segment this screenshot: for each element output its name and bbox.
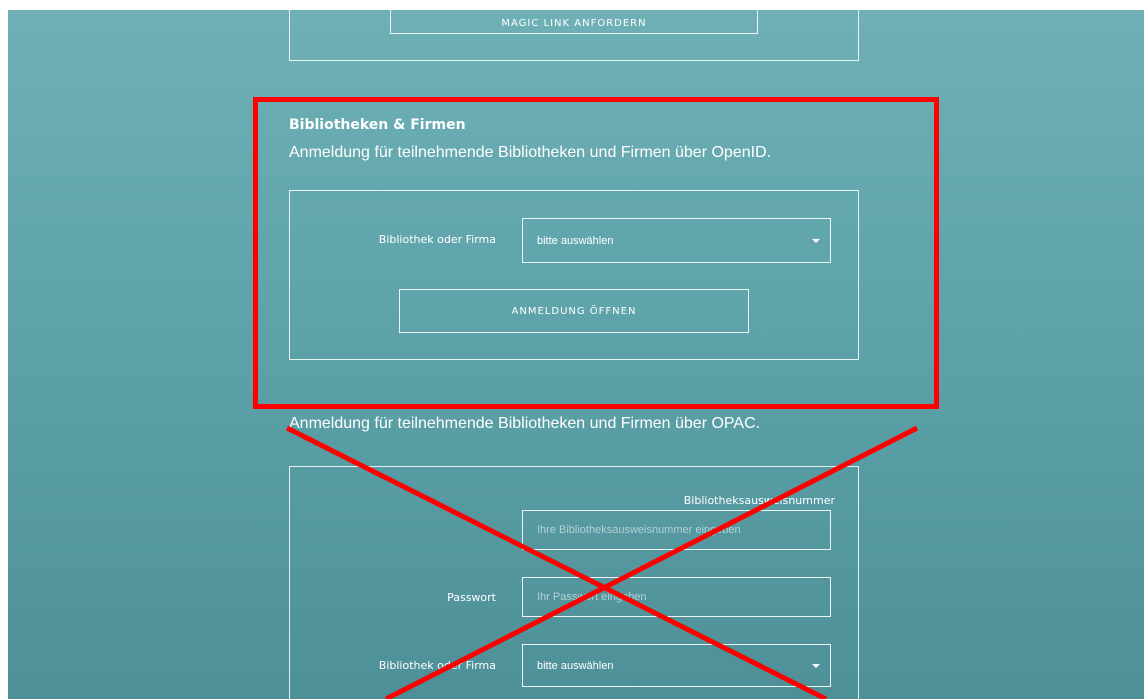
open-login-button[interactable]: ANMELDUNG ÖFFNEN — [399, 289, 749, 333]
password-label: Passwort — [447, 591, 496, 604]
opac-library-select[interactable]: bitte auswählen — [522, 644, 831, 687]
openid-library-select[interactable]: bitte auswählen — [522, 218, 831, 263]
open-login-button-label: ANMELDUNG ÖFFNEN — [511, 305, 637, 317]
magic-link-card: MAGIC LINK ANFORDERN — [289, 10, 859, 61]
openid-card: Bibliothek oder Firma bitte auswählen AN… — [289, 190, 859, 360]
opac-card: Bibliotheksausweisnummer Ihre Bibliothek… — [289, 466, 859, 699]
magic-link-button-label: MAGIC LINK ANFORDERN — [501, 18, 647, 29]
password-input[interactable]: Ihr Passwort eingeben — [522, 577, 831, 617]
openid-description: Anmeldung für teilnehmende Bibliotheken … — [289, 144, 772, 161]
magic-link-button[interactable]: MAGIC LINK ANFORDERN — [390, 10, 758, 34]
card-number-placeholder: Ihre Bibliotheksausweisnummer eingeben — [537, 524, 741, 536]
openid-heading: Bibliotheken & Firmen — [289, 117, 466, 133]
openid-select-value: bitte auswählen — [537, 234, 614, 247]
page-background: MAGIC LINK ANFORDERN Bibliotheken & Firm… — [8, 10, 1144, 699]
opac-select-value: bitte auswählen — [537, 659, 614, 672]
card-number-input[interactable]: Ihre Bibliotheksausweisnummer eingeben — [522, 510, 831, 550]
caret-down-icon — [812, 663, 820, 668]
openid-select-label: Bibliothek oder Firma — [378, 233, 496, 246]
card-number-label: Bibliotheksausweisnummer — [683, 494, 835, 507]
opac-select-label: Bibliothek oder Firma — [378, 659, 496, 672]
opac-description: Anmeldung für teilnehmende Bibliotheken … — [289, 415, 761, 432]
password-placeholder: Ihr Passwort eingeben — [537, 591, 647, 603]
caret-down-icon — [812, 238, 820, 243]
